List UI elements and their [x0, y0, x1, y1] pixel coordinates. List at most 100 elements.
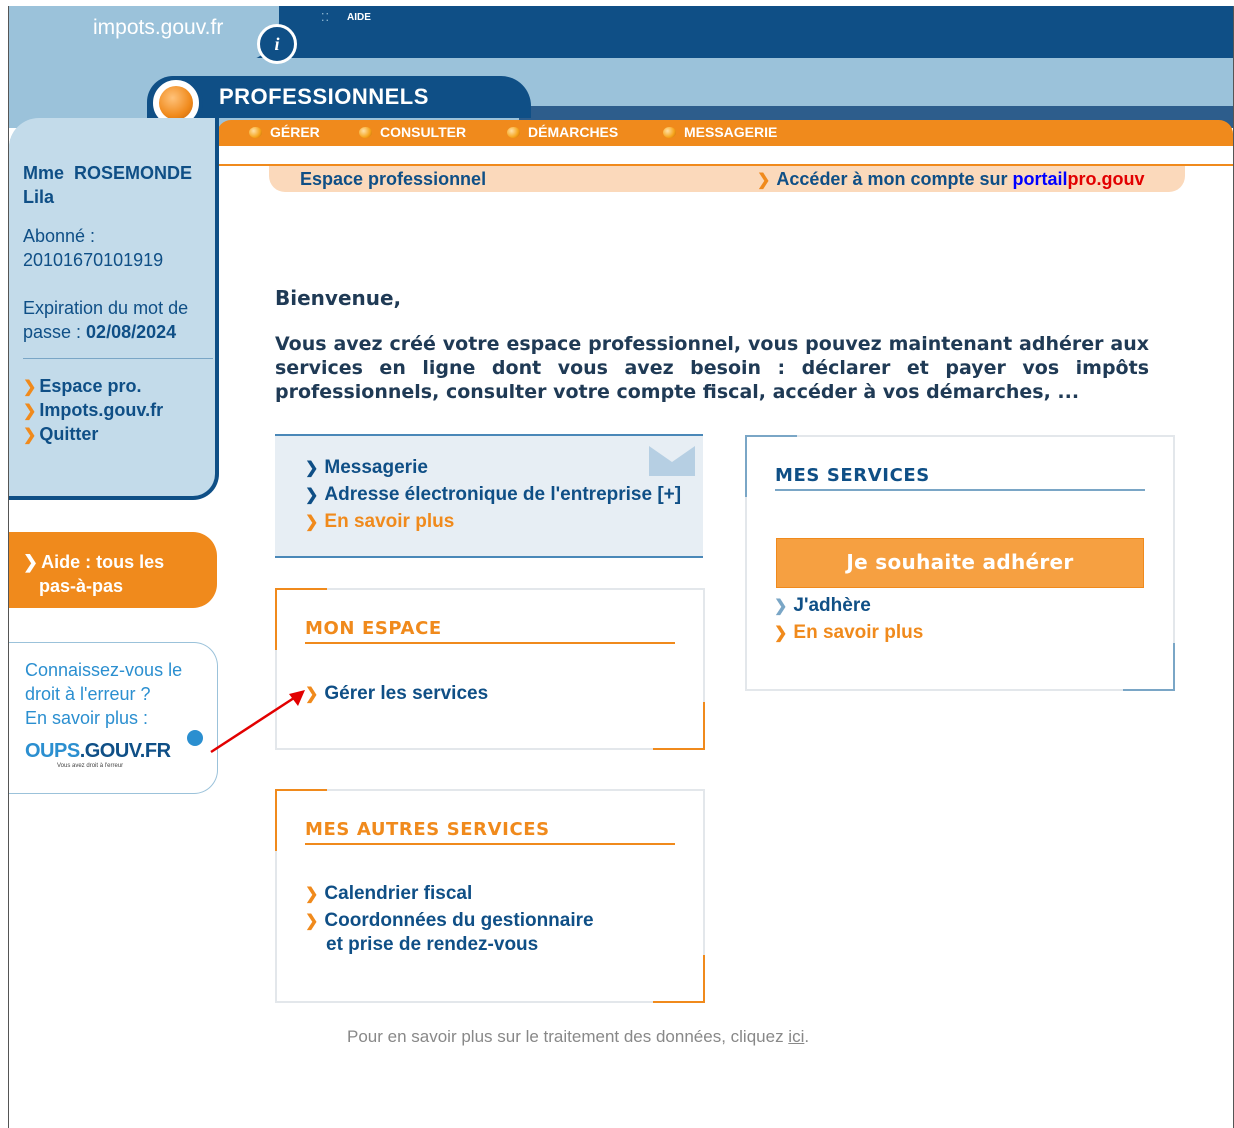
sidebar-link-label: Quitter [39, 424, 99, 444]
nav-label: DÉMARCHES [528, 124, 619, 140]
bullet-icon [507, 126, 520, 138]
chevron-right-icon: ❯ [23, 378, 37, 396]
nav-label: GÉRER [270, 124, 320, 140]
abonne-label: Abonné : [23, 226, 96, 246]
messagerie-link[interactable]: ❯ Messagerie [305, 457, 428, 479]
oups-logo-b: .GOUV.FR [79, 740, 171, 762]
nav-item-consulter[interactable]: CONSULTER [359, 124, 466, 140]
aide-dots-icon: ⁚⁚ [321, 12, 330, 24]
expiration-date: 02/08/2024 [86, 322, 177, 342]
bullet-icon [359, 126, 372, 138]
chevron-right-icon: ❯ [305, 913, 319, 930]
services-en-savoir-plus-link[interactable]: ❯ En savoir plus [774, 622, 923, 644]
card-corner [1123, 643, 1175, 691]
sidebar-link-label: Espace pro. [39, 376, 142, 396]
coordonnees-label: Coordonnées du gestionnaire [324, 910, 594, 931]
orange-sphere-icon [159, 86, 193, 120]
mes-services-title: MES SERVICES [775, 465, 930, 486]
sidebar-link-impots[interactable]: ❯ Impots.gouv.fr [23, 400, 163, 421]
bullet-icon [249, 126, 262, 138]
oups-logo[interactable]: OUPS.GOUV.FR [25, 740, 171, 763]
chevron-right-icon: ❯ [774, 598, 788, 615]
footer-note: Pour en savoir plus sur le traitement de… [347, 1027, 809, 1047]
card-title-rule [305, 642, 675, 644]
aide-link[interactable]: AIDE [347, 12, 371, 23]
user-name-line1: Mme ROSEMONDE [23, 163, 193, 183]
brand-link[interactable]: impots.gouv.fr [93, 16, 223, 40]
chevron-right-icon: ❯ [23, 426, 37, 444]
expiration-info: Expiration du mot de passe : 02/08/2024 [23, 296, 188, 344]
oups-badge-icon [187, 730, 203, 746]
gerer-services-label: Gérer les services [324, 683, 489, 704]
calendrier-fiscal-link[interactable]: ❯ Calendrier fiscal [305, 883, 472, 905]
footer-suffix: . [804, 1027, 810, 1046]
en-savoir-plus-label: En savoir plus [324, 511, 455, 532]
browser-frame: impots.gouv.fr i ⁚⁚ AIDE PROFESSIONNELS … [8, 6, 1234, 1128]
oups-line3: En savoir plus : [25, 708, 149, 728]
oups-logo-a: OUPS [25, 740, 80, 762]
bullet-icon [663, 126, 676, 138]
j-adhere-label: J'adhère [793, 595, 871, 616]
mes-autres-services-title: MES AUTRES SERVICES [305, 819, 550, 840]
aide-pas-a-pas-label[interactable]: ❯ Aide : tous les pas-à-pas [23, 550, 164, 598]
breadcrumb-current: Espace professionnel [300, 169, 487, 189]
en-savoir-plus-label: En savoir plus [793, 622, 924, 643]
card-corner [653, 702, 705, 750]
calendrier-fiscal-label: Calendrier fiscal [324, 883, 473, 904]
prise-rendez-vous-label[interactable]: et prise de rendez-vous [326, 934, 538, 956]
oups-text[interactable]: Connaissez-vous le droit à l'erreur ? En… [25, 658, 182, 730]
section-title: PROFESSIONNELS [219, 84, 429, 109]
oups-line2: droit à l'erreur ? [25, 684, 151, 704]
coordonnees-gestionnaire-link[interactable]: ❯ Coordonnées du gestionnaire [305, 910, 594, 932]
j-adhere-link[interactable]: ❯ J'adhère [774, 595, 871, 617]
chevron-right-icon: ❯ [305, 514, 319, 531]
pro-gouv-text: pro.gouv [1067, 169, 1145, 189]
messagerie-en-savoir-plus-link[interactable]: ❯ En savoir plus [305, 511, 454, 533]
sidebar-link-espace-pro[interactable]: ❯ Espace pro. [23, 376, 141, 397]
sidebar-divider [23, 358, 213, 359]
portail-text: portail [1012, 169, 1068, 189]
annotation-arrow-icon [210, 690, 305, 754]
envelope-flap [649, 446, 695, 462]
mon-espace-card: MON ESPACE [275, 588, 705, 750]
sidebar-link-quitter[interactable]: ❯ Quitter [23, 424, 98, 445]
portailpro-link[interactable]: ❯ Accéder à mon compte sur portail pro.g… [757, 169, 1145, 190]
expiration-line2: passe : [23, 322, 87, 342]
card-title-rule [775, 489, 1145, 491]
welcome-heading: Bienvenue, [275, 286, 402, 310]
user-name: Mme ROSEMONDE Lila [23, 161, 192, 209]
aide-line1: Aide : tous les [41, 552, 165, 572]
abonne-info: Abonné : 20101670101919 [23, 224, 163, 272]
nav-item-gerer[interactable]: GÉRER [249, 124, 320, 140]
nav-item-demarches[interactable]: DÉMARCHES [507, 124, 618, 140]
sidebar-link-label: Impots.gouv.fr [39, 400, 164, 420]
adherer-button[interactable]: Je souhaite adhérer [776, 538, 1144, 588]
gerer-services-link[interactable]: ❯ Gérer les services [305, 683, 488, 705]
info-logo-icon[interactable]: i [257, 24, 297, 64]
footer-link[interactable]: ici [788, 1027, 804, 1046]
adresse-electronique-link[interactable]: ❯ Adresse électronique de l'entreprise [… [305, 484, 681, 506]
chevron-right-icon: ❯ [23, 402, 37, 420]
aide-line2: pas-à-pas [39, 576, 124, 596]
intro-text: Vous avez créé votre espace professionne… [275, 333, 1149, 403]
abonne-number: 20101670101919 [23, 250, 164, 270]
card-corner [653, 955, 705, 1003]
chevron-right-icon: ❯ [757, 171, 771, 189]
adresse-link-label: Adresse électronique de l'entreprise [+] [324, 484, 682, 505]
mon-espace-title: MON ESPACE [305, 618, 442, 639]
user-name-line2: Lila [23, 187, 55, 207]
oups-tagline: Vous avez droit à l'erreur [57, 763, 124, 769]
chevron-right-icon: ❯ [305, 460, 319, 477]
chevron-right-icon: ❯ [774, 625, 788, 642]
oups-line1: Connaissez-vous le [25, 660, 183, 680]
card-title-rule [305, 843, 675, 845]
nav-label: CONSULTER [380, 124, 467, 140]
portailpro-label: Accéder à mon compte sur [776, 169, 1013, 189]
expiration-line1: Expiration du mot de [23, 298, 189, 318]
chevron-right-icon: ❯ [23, 552, 39, 572]
footer-text: Pour en savoir plus sur le traitement de… [347, 1027, 789, 1046]
chevron-right-icon: ❯ [305, 886, 319, 903]
messagerie-link-label: Messagerie [324, 457, 428, 478]
nav-item-messagerie[interactable]: MESSAGERIE [663, 124, 777, 140]
nav-label: MESSAGERIE [684, 124, 778, 140]
